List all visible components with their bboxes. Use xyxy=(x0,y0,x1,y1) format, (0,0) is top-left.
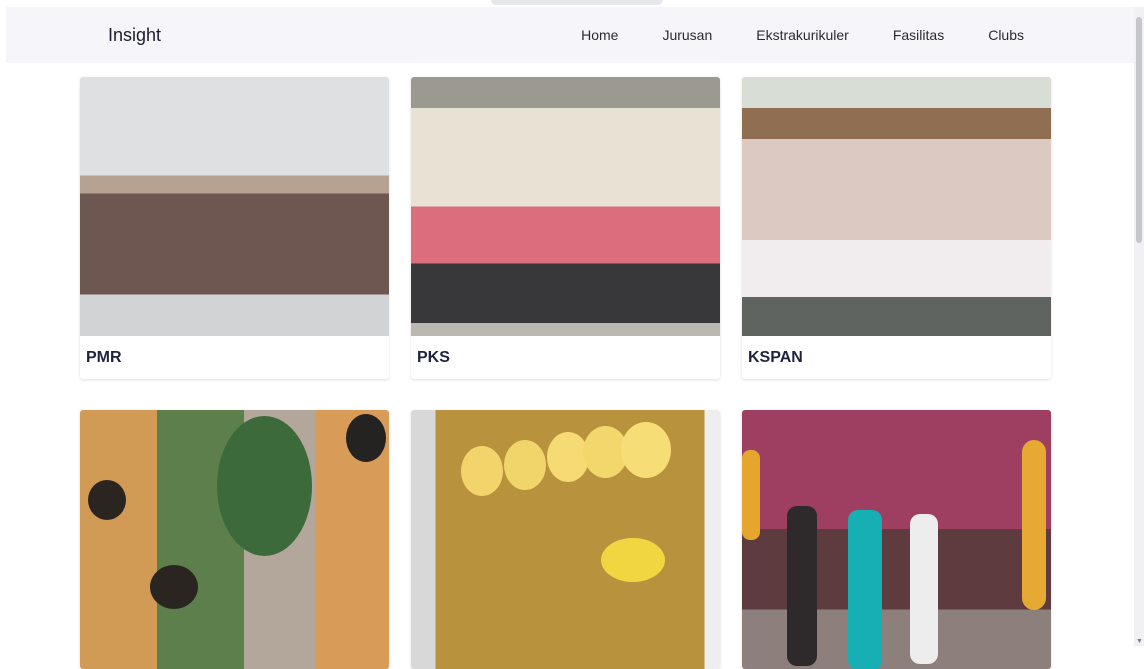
main-nav: Home Jurusan Ekstrakurikuler Fasilitas C… xyxy=(581,27,1024,43)
clubs-grid: PMR PKS KSPAN xyxy=(80,77,1051,669)
window-top-handle xyxy=(491,0,663,5)
club-photo-fashion xyxy=(742,410,1051,669)
nav-link-fasilitas[interactable]: Fasilitas xyxy=(893,27,944,43)
club-photo-garden xyxy=(80,410,389,669)
brand-logo-text[interactable]: Insight xyxy=(108,25,161,46)
nav-link-home[interactable]: Home xyxy=(581,27,618,43)
club-photo-pmr xyxy=(80,77,389,336)
chevron-down-icon[interactable]: ▼ xyxy=(1136,638,1143,646)
club-card-dance[interactable] xyxy=(411,410,720,669)
scrollbar-thumb[interactable] xyxy=(1136,17,1142,243)
navbar: Insight Home Jurusan Ekstrakurikuler Fas… xyxy=(6,7,1134,63)
club-card-kspan[interactable]: KSPAN xyxy=(742,77,1051,379)
club-title: PMR xyxy=(86,349,122,366)
nav-link-jurusan[interactable]: Jurusan xyxy=(662,27,712,43)
club-photo-dance xyxy=(411,410,720,669)
club-card-fashion[interactable] xyxy=(742,410,1051,669)
club-title: KSPAN xyxy=(748,349,803,366)
nav-link-ekstrakurikuler[interactable]: Ekstrakurikuler xyxy=(756,27,849,43)
club-card-pmr[interactable]: PMR xyxy=(80,77,389,379)
club-title: PKS xyxy=(417,349,450,366)
nav-link-clubs[interactable]: Clubs xyxy=(988,27,1024,43)
page-scrollbar[interactable]: ▼ xyxy=(1134,7,1144,646)
club-photo-kspan xyxy=(742,77,1051,336)
club-card-garden[interactable] xyxy=(80,410,389,669)
club-photo-pks xyxy=(411,77,720,336)
club-card-pks[interactable]: PKS xyxy=(411,77,720,379)
